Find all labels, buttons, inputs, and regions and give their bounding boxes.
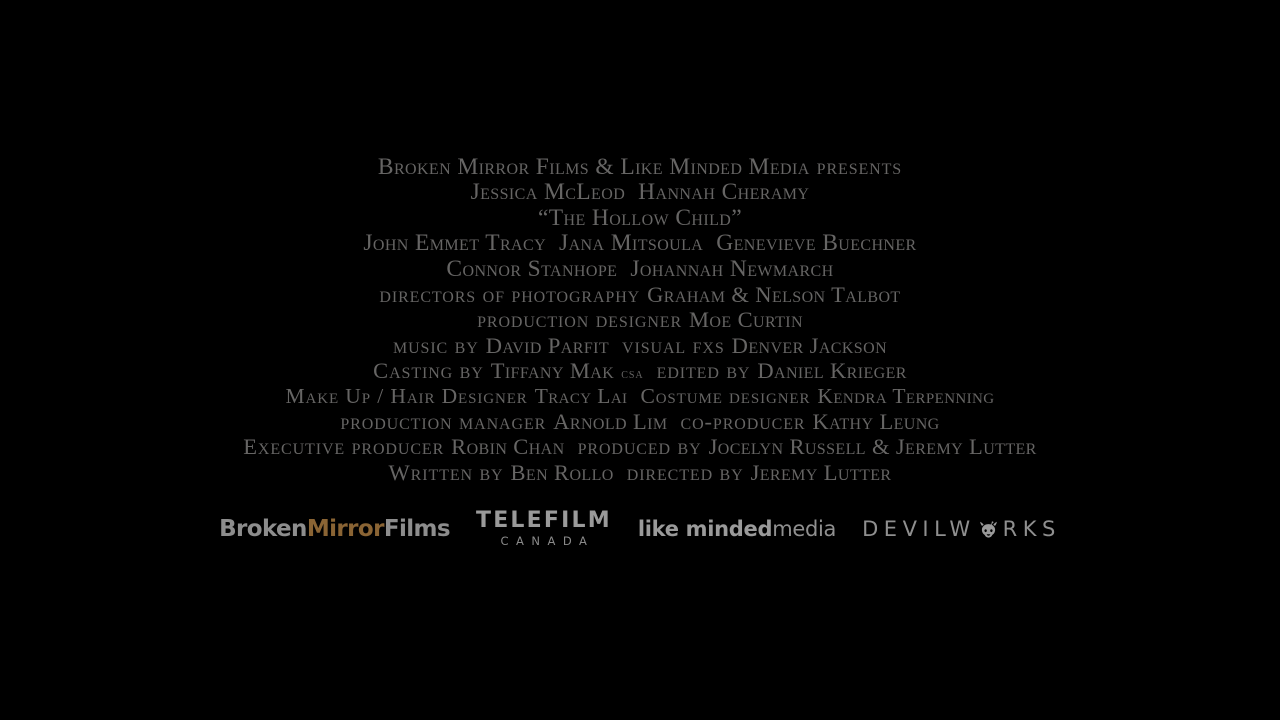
credit-line-leads: Jessica McLeod Hannah Cheramy — [0, 180, 1280, 205]
credit-role: Casting by — [373, 358, 484, 384]
devilworks-text-right: RKS — [1002, 517, 1061, 541]
credit-role: directed by — [626, 459, 744, 485]
credit-role: music by — [392, 332, 479, 358]
credit-line-casting-and-editor: Casting by Tiffany Mak csa edited by Daniel … — [0, 358, 1280, 383]
credit-name: Connor Stanhope — [446, 255, 618, 282]
credit-name: Daniel Krieger — [757, 358, 907, 384]
credit-name: Johannah Newmarch — [630, 255, 834, 282]
telefilm-wordmark: TELEFILM — [476, 508, 612, 534]
lmm-word-media: media — [772, 517, 837, 541]
logo-like-minded-media: like mindedmedia — [637, 505, 837, 553]
credit-line-film-title: “The Hollow Child” — [0, 204, 1280, 231]
credit-line-presents: Broken Mirror Films & Like Minded Media p… — [0, 154, 1280, 180]
devilworks-wordmark: DEVILW RKS — [862, 517, 1061, 541]
credit-name: “The Hollow Child” — [537, 204, 743, 231]
credit-name: Tiffany Mak — [490, 358, 615, 384]
logo-telefilm-canada: TELEFILM CANADA — [476, 505, 612, 553]
credit-line-makeup-and-costume: Make Up / Hair Designer Tracy Lai Costume … — [0, 384, 1280, 409]
credit-line-executive-producer-and-producers: Executive producer Robin Chan produced by J… — [0, 434, 1280, 459]
credit-name: Jeremy Lutter — [750, 459, 892, 485]
credit-line-cast-row-2: Connor Stanhope Johannah Newmarch — [0, 255, 1280, 282]
devil-head-icon — [977, 519, 1000, 542]
credit-name: David Parfit — [485, 332, 610, 358]
credit-line-writer-and-director: Written by Ben Rollo directed by Jeremy Lut… — [0, 460, 1280, 485]
bmf-word-mirror: Mirror — [306, 516, 385, 542]
logo-devilworks: DEVILW RKS — [862, 505, 1061, 553]
bmf-word-films: Films — [383, 516, 451, 542]
bmf-word-broken: Broken — [219, 516, 307, 542]
broken-mirror-films-wordmark: BrokenMirrorFilms — [219, 516, 450, 542]
credit-name: Moe Curtin — [689, 307, 803, 333]
credit-role: edited by — [656, 358, 751, 384]
credit-role: Written by — [388, 459, 504, 485]
like-minded-media-wordmark: like mindedmedia — [637, 517, 837, 541]
credit-role: Executive producer — [243, 434, 445, 460]
credit-line-music-and-vfx: music by David Parfit visual fxs Denver Jac… — [0, 333, 1280, 358]
devilworks-text-left: DEVILW — [862, 517, 976, 541]
credits-block: Broken Mirror Films & Like Minded Media p… — [0, 154, 1280, 485]
credit-name: Hannah Cheramy — [638, 179, 810, 206]
credit-name: Broken Mirror Films & Like Minded Media — [377, 154, 810, 180]
credit-role: production designer — [477, 307, 683, 333]
credit-role: directors of photography — [379, 281, 641, 307]
credit-name: Kendra Terpenning — [817, 383, 995, 408]
credit-suffix: csa — [621, 367, 644, 383]
credit-name: Jana Mitsoula — [559, 230, 704, 257]
credit-name: Jocelyn Russell & Jeremy Lutter — [708, 434, 1037, 460]
logo-broken-mirror-films: BrokenMirrorFilms — [219, 505, 450, 553]
credit-line-production-designer: production designer Moe Curtin — [0, 307, 1280, 332]
credit-role: co-producer — [680, 408, 806, 434]
credit-name: Denver Jackson — [731, 332, 888, 358]
lmm-word-like-minded: like minded — [637, 517, 773, 541]
credit-role: presents — [816, 154, 903, 180]
credit-name: Graham & Nelson Talbot — [647, 281, 901, 307]
credit-role: Make Up / Hair Designer — [285, 383, 528, 408]
production-logos-row: BrokenMirrorFilms TELEFILM CANADA like m… — [0, 505, 1280, 553]
credit-role: Costume designer — [640, 383, 811, 408]
credit-role: production manager — [340, 408, 547, 434]
credit-role: visual fxs — [622, 332, 725, 358]
credit-name: Jessica McLeod — [470, 179, 626, 206]
credit-name: John Emmet Tracy — [363, 230, 547, 257]
credit-role: produced by — [577, 434, 702, 460]
credit-line-cast-row-1: John Emmet Tracy Jana Mitsoula Genevieve B… — [0, 230, 1280, 257]
credit-name: Tracy Lai — [534, 383, 628, 408]
telefilm-canada-subtext: CANADA — [500, 534, 595, 549]
credit-line-directors-of-photography: directors of photography Graham & Nelson … — [0, 282, 1280, 307]
credit-name: Robin Chan — [451, 434, 565, 460]
credit-name: Kathy Leung — [812, 408, 940, 434]
credits-screen: Broken Mirror Films & Like Minded Media p… — [0, 0, 1280, 720]
credit-line-production-manager-and-coproducer: production manager Arnold Lim co-producer K… — [0, 409, 1280, 434]
credit-name: Arnold Lim — [553, 408, 668, 434]
credit-name: Ben Rollo — [510, 459, 614, 485]
credit-name: Genevieve Buechner — [716, 230, 917, 257]
